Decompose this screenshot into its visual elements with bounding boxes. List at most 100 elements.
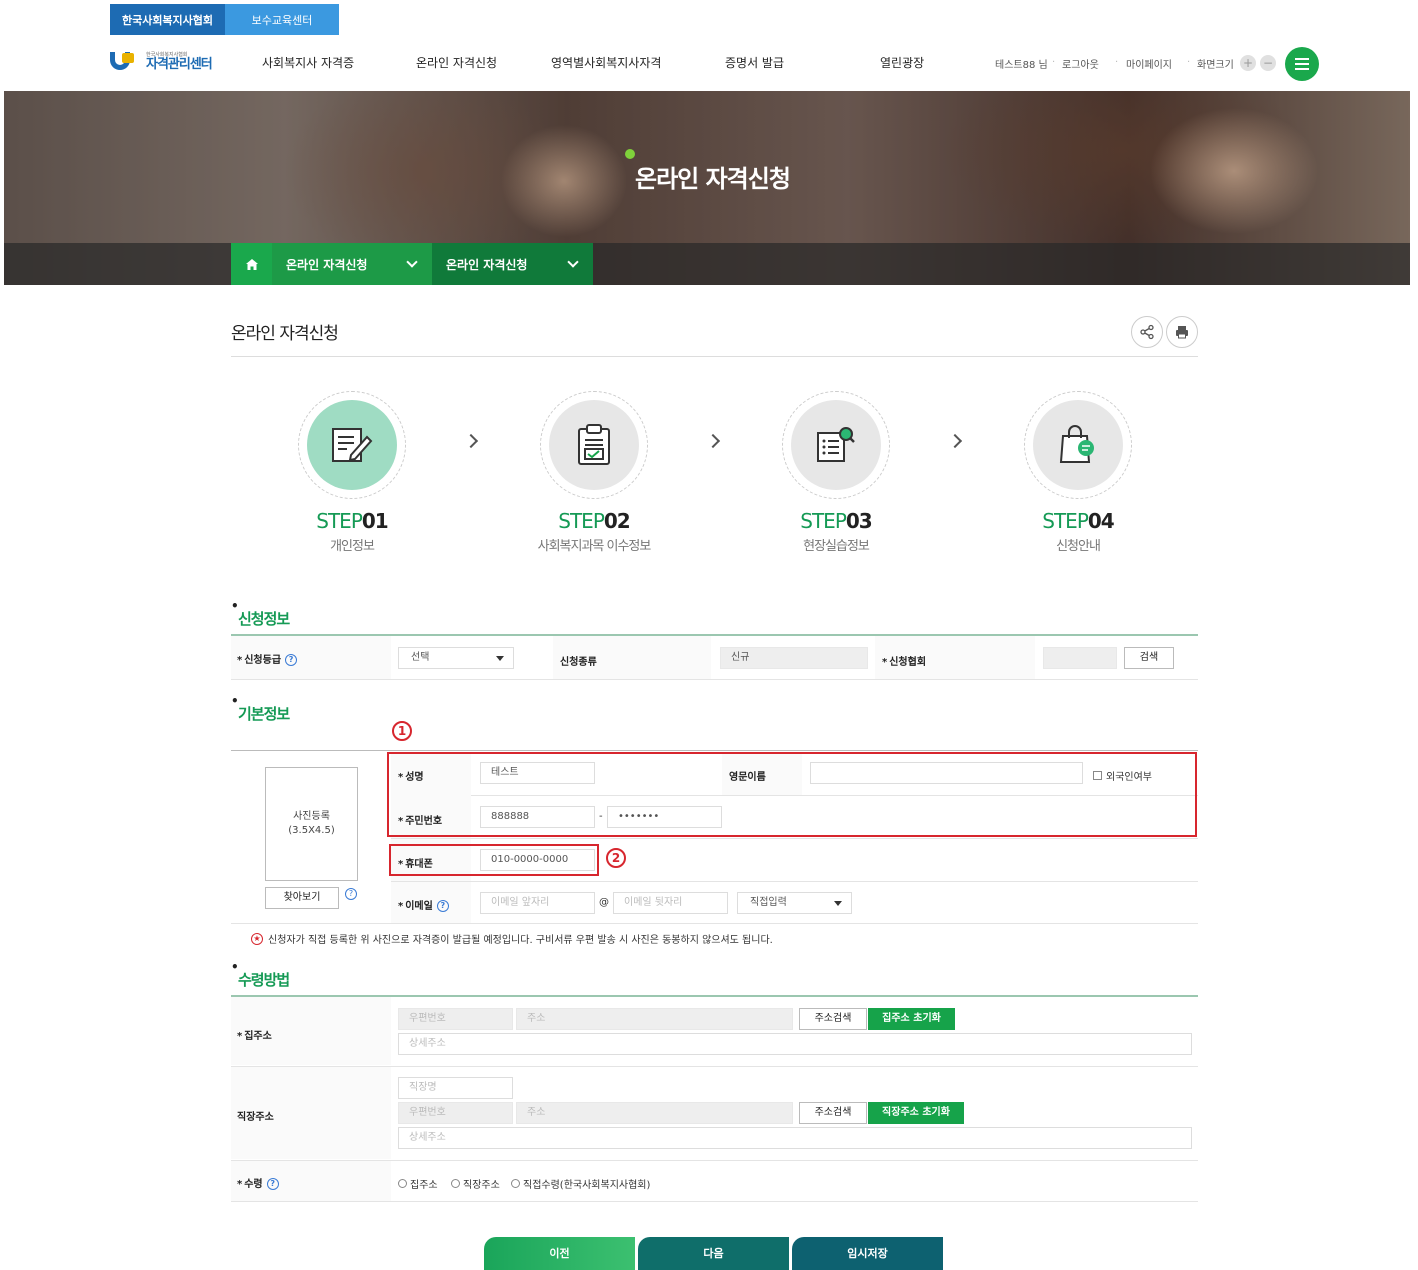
util-separator: · xyxy=(1115,57,1119,68)
work-zip-input[interactable]: 우편번호 xyxy=(398,1102,513,1124)
receive-option-work[interactable]: 직장주소 xyxy=(451,1176,500,1191)
work-address-label: 직장주소 xyxy=(237,1112,274,1123)
logo-icon xyxy=(110,52,142,72)
logo-title: 자격관리센터 xyxy=(146,57,213,72)
home-icon[interactable] xyxy=(231,243,272,285)
zoom-out-button[interactable]: − xyxy=(1260,55,1276,71)
step-2-ring xyxy=(540,391,648,499)
radio-icon[interactable] xyxy=(398,1179,407,1188)
star-icon: ★ xyxy=(251,932,263,945)
hero-dot-icon xyxy=(625,149,635,159)
home-zip-input[interactable]: 우편번호 xyxy=(398,1008,513,1030)
mypage-link[interactable]: 마이페이지 xyxy=(1126,56,1172,71)
email-back-input[interactable]: 이메일 뒷자리 xyxy=(613,892,728,914)
step-3-name: 현장실습정보 xyxy=(803,539,870,554)
work-detail-input[interactable]: 상세주소 xyxy=(398,1127,1192,1149)
annotation-marker-1: 1 xyxy=(392,721,412,741)
nav-item-certificate[interactable]: 사회복지사 자격증 xyxy=(262,54,354,71)
nav-item-online-apply[interactable]: 온라인 자격신청 xyxy=(416,54,497,71)
clipboard-check-icon xyxy=(578,424,610,465)
email-domain-select[interactable]: 직접입력 xyxy=(737,892,852,914)
section-divider xyxy=(231,750,1198,751)
photo-label: 사진등록 xyxy=(293,811,330,822)
nav-item-certificate-issue[interactable]: 증명서 발급 xyxy=(725,54,784,71)
radio-icon[interactable] xyxy=(511,1179,520,1188)
title-divider xyxy=(231,356,1198,357)
help-icon[interactable]: ? xyxy=(436,900,449,912)
breadcrumb-dropdown-1[interactable]: 온라인 자격신청 xyxy=(272,243,432,285)
work-name-input[interactable]: 직장명 xyxy=(398,1077,513,1099)
section-title-basic-info: 기본정보 xyxy=(231,694,290,724)
home-address-reset-button[interactable]: 집주소 초기화 xyxy=(868,1008,955,1030)
photo-size-label: (3.5X4.5) xyxy=(288,825,335,836)
user-name: 테스트88 님 xyxy=(995,60,1048,71)
work-address-search-button[interactable]: 주소검색 xyxy=(799,1102,867,1124)
home-detail-input[interactable]: 상세주소 xyxy=(398,1033,1192,1055)
row-divider xyxy=(391,881,1198,882)
row-divider xyxy=(391,838,1198,839)
radio-icon[interactable] xyxy=(451,1179,460,1188)
chevron-down-icon xyxy=(567,256,579,268)
breadcrumb-bar xyxy=(4,243,1410,285)
breadcrumb-dropdown-2[interactable]: 온라인 자격신청 xyxy=(432,243,593,285)
work-address-reset-button[interactable]: 직장주소 초기화 xyxy=(868,1102,964,1124)
assoc-label: 신청협회 xyxy=(882,653,926,668)
receive-option-direct[interactable]: 직접수령(한국사회복지사협회) xyxy=(511,1176,650,1191)
assoc-search-button[interactable]: 검색 xyxy=(1124,647,1174,669)
email-at: @ xyxy=(599,897,609,908)
zoom-in-button[interactable]: + xyxy=(1240,55,1256,71)
step-2-name: 사회복지과목 이수정보 xyxy=(537,539,652,554)
temp-save-button[interactable]: 임시저장 xyxy=(792,1237,943,1270)
share-icon[interactable] xyxy=(1131,316,1163,348)
home-address-input[interactable]: 주소 xyxy=(516,1008,793,1030)
step-1-ring xyxy=(298,391,406,499)
section-title-receive: 수령방법 xyxy=(231,960,290,990)
font-size-label: 화면크기 xyxy=(1197,60,1234,71)
annotation-marker-2: 2 xyxy=(606,848,626,868)
site-logo[interactable]: 한국사회복지사협회 자격관리센터 xyxy=(110,52,213,72)
step-3-label: STEP03 xyxy=(800,509,872,533)
step-4-label: STEP04 xyxy=(1042,509,1114,533)
photo-notice: ★ 신청자가 직접 등록한 위 사진으로 자격증이 발급될 예정입니다. 구비서류… xyxy=(251,931,773,946)
email-front-input[interactable]: 이메일 앞자리 xyxy=(480,892,595,914)
home-address-label: 집주소 xyxy=(237,1027,272,1042)
prev-button[interactable]: 이전 xyxy=(484,1237,635,1270)
photo-upload-box[interactable]: 사진등록 (3.5X4.5) xyxy=(265,767,358,881)
email-label: 이메일? xyxy=(398,897,449,912)
grade-label: 신청등급? xyxy=(237,651,298,666)
chevron-right-icon xyxy=(463,433,479,449)
home-address-search-button[interactable]: 주소검색 xyxy=(799,1008,867,1030)
print-icon[interactable] xyxy=(1166,316,1198,348)
step-4-circle xyxy=(1033,400,1123,490)
step-3-circle xyxy=(791,400,881,490)
help-icon[interactable]: ? xyxy=(285,654,298,666)
work-address-input[interactable]: 주소 xyxy=(516,1102,793,1124)
step-4-name: 신청안내 xyxy=(1056,539,1101,554)
hamburger-menu-icon[interactable] xyxy=(1285,47,1319,81)
hero-banner: 온라인 자격신청 온라인 자격신청 온라인 자격신청 xyxy=(4,91,1410,285)
chevron-down-icon xyxy=(406,256,418,268)
nav-item-open-plaza[interactable]: 열린광장 xyxy=(880,54,924,71)
type-label: 신청종류 xyxy=(560,657,597,668)
row-divider xyxy=(231,679,1198,680)
tab-kasw[interactable]: 한국사회복지사협회 xyxy=(110,4,225,35)
next-button[interactable]: 다음 xyxy=(638,1237,789,1270)
step-3-ring xyxy=(782,391,890,499)
help-icon[interactable]: ? xyxy=(345,888,357,900)
step-4-ring xyxy=(1024,391,1132,499)
help-icon[interactable]: ? xyxy=(266,1178,279,1190)
photo-browse-button[interactable]: 찾아보기 xyxy=(265,887,339,909)
grade-select[interactable]: 선택 xyxy=(398,647,514,669)
breadcrumb-label: 온라인 자격신청 xyxy=(286,257,368,272)
receive-option-home[interactable]: 집주소 xyxy=(398,1176,438,1191)
logout-link[interactable]: 로그아웃 xyxy=(1062,56,1099,71)
step-2-circle xyxy=(549,400,639,490)
tab-education-center[interactable]: 보수교육센터 xyxy=(225,4,339,35)
assoc-field xyxy=(1043,647,1117,669)
receive-label: 수령? xyxy=(237,1175,279,1190)
chevron-right-icon xyxy=(705,433,721,449)
type-field: 신규 xyxy=(720,647,868,669)
step-1-name: 개인정보 xyxy=(330,539,375,554)
nav-item-area-certificate[interactable]: 영역별사회복지사자격 xyxy=(551,54,661,71)
shopping-bag-chat-icon xyxy=(1059,425,1094,463)
